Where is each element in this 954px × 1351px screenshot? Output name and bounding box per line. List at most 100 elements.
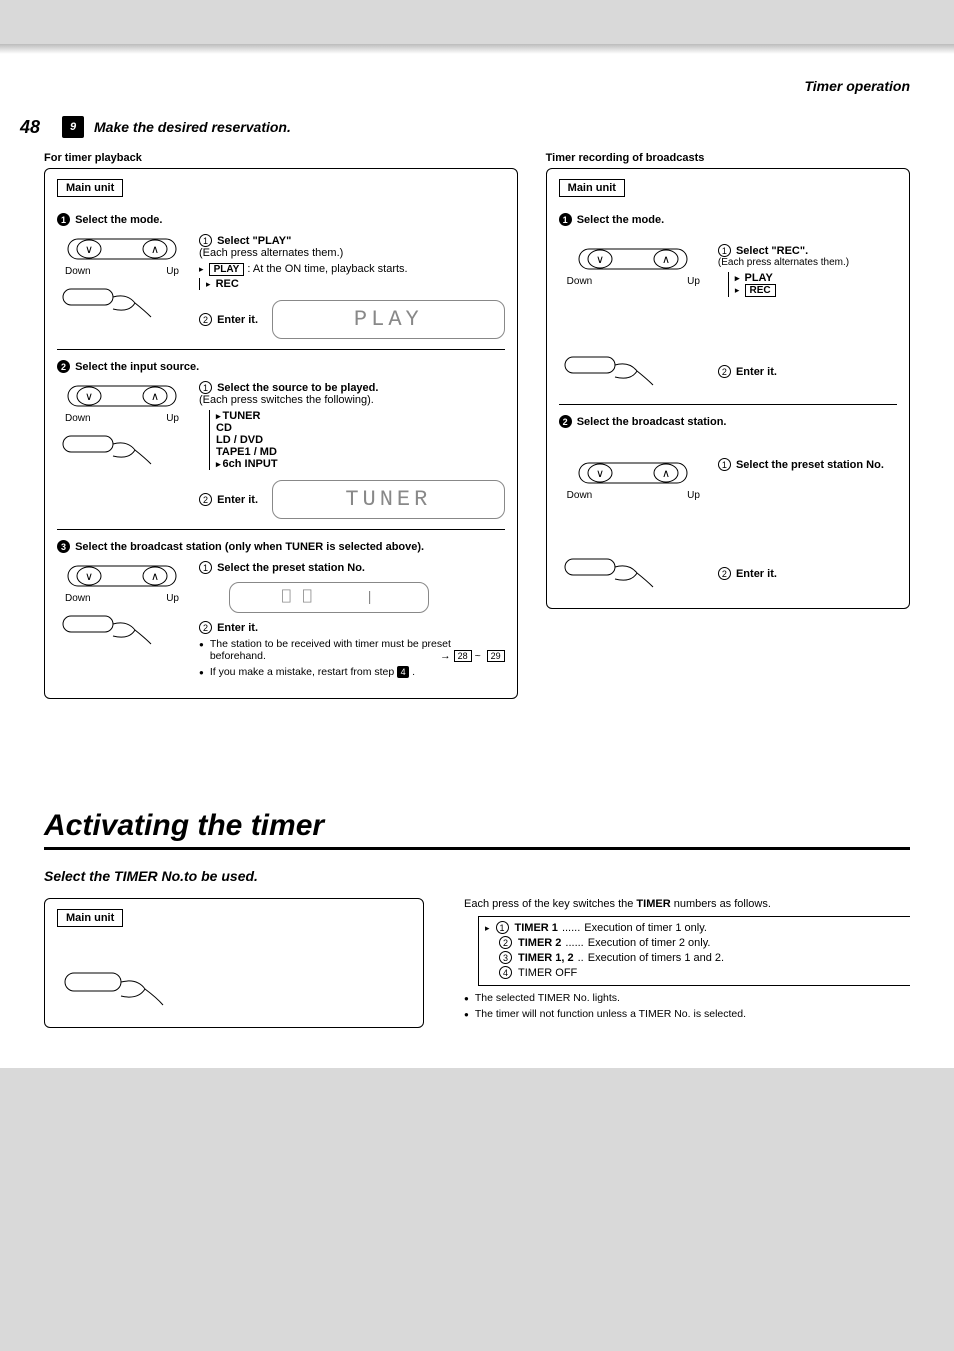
pb-s1-i2-num: 2 [199, 313, 212, 326]
hand-press-icon [559, 551, 708, 596]
page: Timer operation 48 9 Make the desired re… [0, 44, 954, 1068]
rec-box: REC [745, 284, 776, 297]
rc-s2-i1-num: 1 [718, 458, 731, 471]
svg-text:∧: ∧ [151, 571, 159, 583]
rc-s1-note: (Each press alternates them.) [718, 257, 897, 268]
page-ref-a: 28 [454, 650, 472, 662]
rocker-icon: ∨∧ [578, 244, 688, 274]
up-label: Up [166, 593, 179, 604]
play-note: : At the ON time, playback starts. [247, 263, 407, 275]
rc-s1-glyphs: ∨∧ DownUp [559, 244, 708, 287]
up-label: Up [687, 490, 700, 501]
sec2-note1: ●The selected TIMER No. lights. [464, 992, 910, 1004]
rocker-icon: ∨∧ [578, 458, 688, 488]
rc-s2-i2-num: 2 [718, 567, 731, 580]
rc-s1-text-col: 1 Select "REC". (Each press alternates t… [718, 244, 897, 299]
recording-column: Timer recording of broadcasts Main unit … [546, 152, 910, 699]
section-header: Timer operation [44, 78, 910, 94]
up-label: Up [687, 276, 700, 287]
pb-s2-title: 2 Select the input source. [57, 360, 505, 373]
hand-press-icon [57, 428, 187, 470]
pb-s2-i1-note: (Each press switches the following). [199, 394, 505, 406]
recording-heading: Timer recording of broadcasts [546, 152, 910, 164]
step-heading: 48 9 Make the desired reservation. [44, 116, 910, 138]
rc-s2-title: 2 Select the broadcast station. [559, 415, 897, 428]
opt-tape: TAPE1 / MD [216, 446, 505, 458]
step-number-box: 9 [62, 116, 84, 138]
svg-text:∧: ∧ [151, 391, 159, 403]
recording-panel: Main unit 1 Select the mode. ∨∧ DownUp 1… [546, 168, 910, 609]
rc-s1-i1: Select "REC". [736, 245, 808, 257]
pb-s2-text: Select the input source. [75, 361, 199, 373]
section-subtitle: Select the TIMER No.to be used. [44, 868, 910, 884]
section2-right: Each press of the key switches the TIMER… [464, 898, 910, 1020]
timer-opt-4: 4 TIMER OFF [485, 966, 910, 979]
opt-cd: CD [216, 422, 505, 434]
opt-tuner: TUNER [216, 410, 505, 422]
svg-text:∨: ∨ [596, 468, 604, 480]
note1-text: The station to be received with timer mu… [210, 638, 451, 662]
down-label: Down [65, 413, 91, 424]
up-down-buttons: ∨∧ DownUp [57, 561, 187, 604]
page-ref-b: 29 [487, 650, 505, 662]
note2b: . [409, 666, 415, 678]
down-label: Down [567, 490, 593, 501]
lcd-display: ⎕ ⎕ | [229, 582, 429, 613]
section2-left: Main unit [44, 898, 424, 1028]
rc-s1-num: 1 [559, 213, 572, 226]
note-1: ● The station to be received with timer … [199, 638, 505, 662]
note-2: ● If you make a mistake, restart from st… [199, 666, 505, 678]
rc-s1-i2: Enter it. [736, 366, 777, 378]
divider [559, 404, 897, 405]
pb-s1-i2: Enter it. [217, 314, 258, 326]
lcd-display: PLAY [272, 300, 505, 339]
timer-opt-1: 1 TIMER 1 ...... Execution of timer 1 on… [485, 921, 910, 934]
pb-s2-i1-num: 1 [199, 381, 212, 394]
pb-s2-i1: Select the source to be played. [217, 382, 378, 394]
step4-ref: 4 [397, 666, 409, 678]
pb-s3-text-col: 1 Select the preset station No. ⎕ ⎕ | 2 … [199, 561, 505, 678]
svg-text:∧: ∧ [662, 254, 670, 266]
section2-row: Main unit Each press of the key switches… [44, 898, 910, 1028]
rc-s2-i1: Select the preset station No. [736, 459, 884, 471]
pb-s2-text-col: 1 Select the source to be played. (Each … [199, 381, 505, 519]
arrow-icon [735, 284, 742, 296]
pb-s3-i2: Enter it. [217, 622, 258, 634]
timer-options-bracket: 1 TIMER 1 ...... Execution of timer 1 on… [478, 916, 910, 986]
lcd-preset: ⎕ ⎕ | [240, 589, 418, 606]
rocker-icon: ∨∧ [67, 381, 177, 411]
rc-s2-i2: Enter it. [736, 568, 777, 580]
timer-word: TIMER [636, 898, 670, 910]
pb-s3-i1-num: 1 [199, 561, 212, 574]
pb-s2-num: 2 [57, 360, 70, 373]
lcd-text: PLAY [283, 307, 494, 332]
playback-column: For timer playback Main unit 1 Select th… [44, 152, 518, 699]
up-label: Up [166, 413, 179, 424]
pb-s1-num: 1 [57, 213, 70, 226]
bullet-icon: ● [199, 668, 204, 677]
pb-s3-i1: Select the preset station No. [217, 562, 365, 574]
rec-label: REC [216, 278, 239, 290]
pb-s1-i1: Select "PLAY" [217, 235, 291, 247]
timer-opt-3: 3 TIMER 1, 2 .. Execution of timers 1 an… [485, 951, 910, 964]
svg-text:∨: ∨ [85, 244, 93, 256]
section2-panel: Main unit [44, 898, 424, 1028]
arrow-icon [206, 278, 213, 290]
timer-opt-2: 2 TIMER 2 ...... Execution of timer 2 on… [485, 936, 910, 949]
down-label: Down [65, 593, 91, 604]
down-label: Down [65, 266, 91, 277]
lcd-text: TUNER [283, 487, 494, 512]
section-title: Activating the timer [44, 809, 910, 850]
pb-s3-title: 3 Select the broadcast station (only whe… [57, 540, 505, 553]
rc-s1-i2-num: 2 [718, 365, 731, 378]
sec2-note2: ●The timer will not function unless a TI… [464, 1008, 910, 1020]
main-unit-label: Main unit [57, 179, 123, 197]
hand-press-icon [559, 349, 708, 394]
rc-s1-title: 1 Select the mode. [559, 213, 897, 226]
divider [57, 349, 505, 350]
opt-ld: LD / DVD [216, 434, 505, 446]
main-unit-label: Main unit [559, 179, 625, 197]
bracket-icon [199, 278, 206, 290]
pb-s3-glyphs: ∨∧ DownUp [57, 561, 187, 678]
up-down-buttons: ∨∧ DownUp [57, 234, 187, 277]
